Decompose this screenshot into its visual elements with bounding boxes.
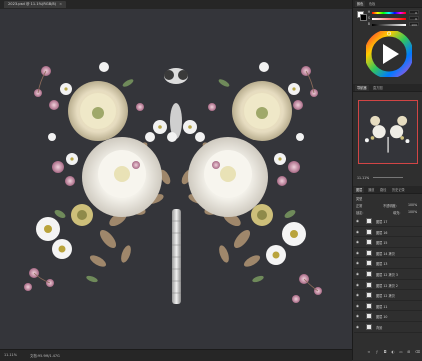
tab-layers[interactable]: 图层	[354, 187, 365, 193]
artwork	[24, 62, 322, 304]
color-panel-tabs: 颜色 色板	[353, 0, 422, 8]
layer-name[interactable]: 图层 13	[376, 261, 387, 266]
document-tab-title: 2023.psd @ 11.1%(RGB/8)	[8, 2, 57, 6]
layer-thumbnail	[366, 218, 372, 224]
link-icon[interactable]: ∞	[367, 350, 371, 354]
h-label: H	[367, 10, 371, 14]
brightness-value[interactable]: 100	[409, 22, 419, 27]
fill-label: 填充:	[393, 211, 401, 215]
fx-icon[interactable]: ƒ	[375, 350, 379, 354]
document-info: 文档:95.9M/1.47G	[30, 354, 60, 358]
navigator-preview[interactable]	[358, 100, 418, 164]
layer-thumbnail	[366, 239, 372, 246]
opacity-label: 不透明度:	[383, 204, 397, 208]
mask-icon[interactable]: ◘	[383, 350, 387, 354]
layer-row[interactable]: ◉ 背景	[354, 323, 422, 333]
document-tab[interactable]: 2023.psd @ 11.1%(RGB/8) ×	[4, 1, 67, 8]
eye-icon[interactable]: ◉	[356, 325, 360, 329]
tab-channels[interactable]: 通道	[366, 187, 376, 193]
layer-thumbnail	[366, 260, 372, 267]
layer-thumbnail	[366, 292, 372, 299]
blend-mode-select[interactable]: 正常	[356, 203, 362, 208]
layer-row[interactable]: ◉ 图层 12 拷贝 2	[354, 281, 422, 291]
layer-name[interactable]: 图层 16	[376, 230, 387, 235]
layers-panel-tabs: 图层 通道 路径 历史记录	[353, 186, 422, 194]
b-label: B	[367, 22, 371, 26]
layer-name[interactable]: 图层 17	[376, 219, 387, 224]
folder-icon[interactable]: ▭	[399, 350, 403, 354]
layer-row[interactable]: ◉ 图层 12 拷贝	[354, 291, 422, 301]
layer-thumbnail	[366, 313, 372, 320]
eye-icon[interactable]: ◉	[356, 230, 360, 234]
tab-color[interactable]: 颜色	[355, 1, 366, 7]
tab-histogram[interactable]: 直方图	[371, 85, 385, 91]
layer-thumbnail	[366, 271, 372, 277]
document-canvas[interactable]	[0, 9, 352, 349]
navigator-zoom-slider[interactable]	[373, 177, 403, 178]
large-peonies	[68, 81, 292, 217]
navigator-panel-tabs: 导航器 直方图	[353, 84, 422, 92]
eye-icon[interactable]: ◉	[356, 314, 360, 318]
layer-list: ◉ 图层 17 ◉ 图层 16 ◉ 图层 15 ◉ 图层 14 拷贝 ◉ 图层 13 ◉ 图层 12 …	[353, 217, 422, 334]
layer-name[interactable]: 图层 11	[376, 304, 387, 309]
layer-thumbnail	[366, 249, 372, 256]
layer-row[interactable]: ◉ 图层 17	[354, 217, 422, 227]
layer-row[interactable]: ◉ 图层 15	[354, 238, 422, 248]
tab-history[interactable]: 历史记录	[390, 187, 407, 193]
tab-navigator[interactable]: 导航器	[355, 85, 369, 91]
close-icon[interactable]: ×	[59, 2, 62, 6]
layer-name[interactable]: 图层 12 拷贝 3	[376, 272, 398, 277]
layer-row[interactable]: ◉ 图层 12 拷贝 3	[354, 270, 422, 280]
background-color-swatch[interactable]	[360, 14, 367, 21]
eye-icon[interactable]: ◉	[356, 261, 360, 265]
status-bar: 11.11% 文档:95.9M/1.47G	[0, 349, 352, 361]
s-label: S	[367, 16, 371, 20]
layer-thumbnail	[366, 281, 372, 288]
dragonfly-body	[164, 68, 188, 304]
layer-name[interactable]: 图层 12 拷贝	[376, 293, 395, 298]
navigator-zoom[interactable]: 11.11%	[357, 176, 369, 180]
layer-name[interactable]: 图层 12 拷贝 2	[376, 283, 398, 288]
tab-swatches[interactable]: 色板	[367, 1, 377, 7]
opacity-value[interactable]: 100%	[408, 203, 417, 207]
eye-icon[interactable]: ◉	[356, 293, 360, 297]
layer-thumbnail	[366, 228, 372, 235]
layer-row[interactable]: ◉ 图层 14 拷贝	[354, 249, 422, 259]
new-layer-icon[interactable]: ⊞	[407, 350, 411, 354]
fill-value[interactable]: 100%	[408, 210, 417, 214]
saturation-slider[interactable]	[372, 18, 406, 20]
hue-slider[interactable]	[372, 12, 406, 14]
saturation-value[interactable]: 0	[409, 16, 419, 21]
eye-icon[interactable]: ◉	[356, 272, 360, 276]
photoshop-window: 2023.psd @ 11.1%(RGB/8) × 11.11% 文档:95.9…	[0, 0, 422, 361]
zoom-level[interactable]: 11.11%	[4, 353, 17, 357]
hue-value[interactable]: 0	[409, 10, 419, 15]
layer-row[interactable]: ◉ 图层 11	[354, 302, 422, 312]
tab-paths[interactable]: 路径	[378, 187, 388, 193]
eye-icon[interactable]: ◉	[356, 219, 360, 223]
layer-row[interactable]: ◉ 图层 10	[354, 312, 422, 322]
eye-icon[interactable]: ◉	[356, 283, 360, 287]
layer-name[interactable]: 图层 14 拷贝	[376, 251, 395, 256]
eye-icon[interactable]: ◉	[356, 240, 360, 244]
daisies	[36, 204, 306, 265]
color-wheel[interactable]	[366, 31, 412, 77]
layers-bottom-toolbar: ∞ ƒ ◘ ◐ ▭ ⊞ ⌫	[353, 348, 422, 356]
eye-icon[interactable]: ◉	[356, 304, 360, 308]
navigator-thumbnail	[364, 115, 410, 153]
adjustment-icon[interactable]: ◐	[391, 350, 395, 354]
trash-icon[interactable]: ⌫	[415, 350, 420, 354]
layer-name[interactable]: 图层 15	[376, 240, 387, 245]
layer-thumbnail	[366, 302, 372, 309]
layer-name[interactable]: 背景	[376, 325, 382, 330]
layer-kind-filter[interactable]: 类型	[356, 196, 362, 201]
eye-icon[interactable]: ◉	[356, 251, 360, 255]
layer-thumbnail	[366, 324, 372, 330]
layer-row[interactable]: ◉ 图层 13	[354, 259, 422, 269]
lock-label: 锁定:	[356, 211, 364, 215]
layer-row[interactable]: ◉ 图层 16	[354, 228, 422, 238]
layer-name[interactable]: 图层 10	[376, 314, 387, 319]
brightness-slider[interactable]	[372, 24, 406, 26]
right-panel-dock: 颜色 色板 H 0 S 0 B 100 导航器 直方图 11.11% 图层 通道…	[352, 0, 422, 360]
